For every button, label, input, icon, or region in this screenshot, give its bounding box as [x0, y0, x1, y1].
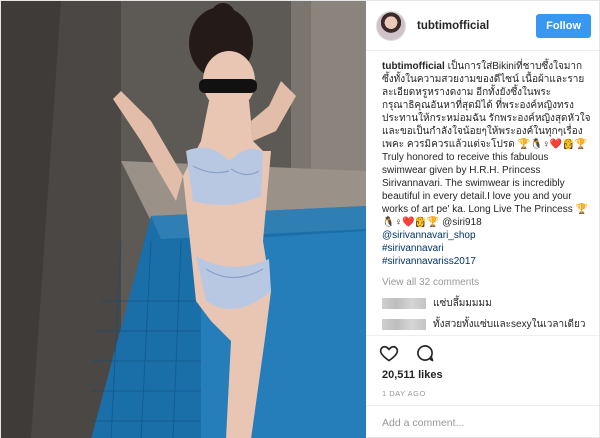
list-item: แซ่บลึ้มมมมม [382, 297, 591, 310]
post-header: tubtimofficial Follow [366, 1, 599, 51]
username-link[interactable]: tubtimofficial [417, 20, 536, 32]
caption-username[interactable]: tubtimofficial [382, 61, 445, 72]
blurred-username[interactable] [382, 319, 426, 330]
heart-icon[interactable] [378, 342, 400, 364]
post-side-panel: tubtimofficial Follow tubtimofficial เป็… [366, 1, 599, 438]
like-count[interactable]: 20,511 likes [366, 369, 599, 387]
list-item: ทั้งสวยทั้งแซ่บและsexyในเวลาเดียว [382, 318, 591, 331]
caption: tubtimofficial เป็นการใส่Bikiniที่ชาบซึ้… [382, 60, 591, 229]
timestamp[interactable]: 1 DAY AGO [366, 387, 599, 405]
action-bar [366, 335, 599, 369]
comment-icon[interactable] [414, 342, 436, 364]
add-comment-bar [366, 405, 599, 438]
comments-section: tubtimofficial เป็นการใส่Bikiniที่ชาบซึ้… [366, 51, 599, 335]
caption-text: เป็นการใส่Bikiniที่ชาบซึ้งใจมาก ซึ้งทั้ง… [382, 61, 591, 228]
mention-link[interactable]: @sirivannavari_shop [382, 229, 591, 242]
follow-button[interactable]: Follow [536, 13, 591, 38]
post-photo-illustration [1, 1, 366, 438]
instagram-post: tubtimofficial Follow tubtimofficial เป็… [0, 0, 600, 438]
view-all-comments-link[interactable]: View all 32 comments [382, 276, 591, 289]
comment-text: แซ่บลึ้มมมมม [433, 298, 492, 309]
hashtag-link[interactable]: #sirivannavariss2017 [382, 255, 591, 268]
post-photo[interactable] [1, 1, 366, 438]
avatar[interactable] [376, 10, 406, 41]
comment-text: ทั้งสวยทั้งแซ่บและsexyในเวลาเดียว [433, 319, 586, 330]
comment-input[interactable] [382, 416, 583, 429]
blurred-username[interactable] [382, 298, 426, 309]
hashtag-link[interactable]: #sirivannavari [382, 242, 591, 255]
